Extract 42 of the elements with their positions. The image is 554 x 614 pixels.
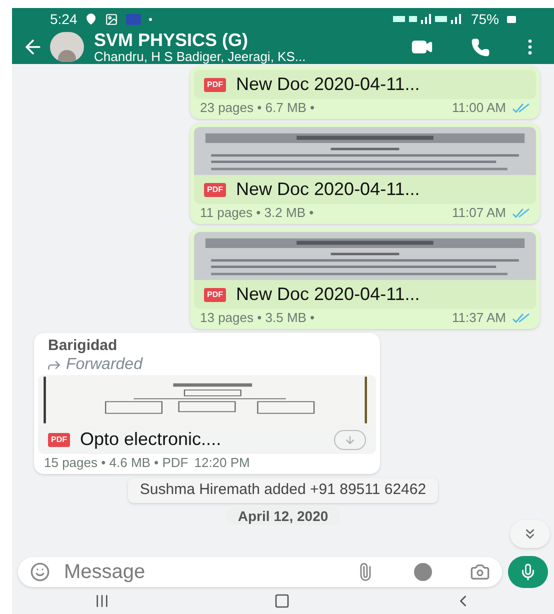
message-time: 11:00 AM [452,100,506,115]
document-row[interactable]: PDF New Doc 2020-04-11... [194,70,536,99]
recents-icon[interactable] [94,593,110,609]
file-name: Opto electronic.... [80,428,222,451]
app-icon [126,14,142,24]
file-meta: 23 pages • 6.7 MB • [200,100,315,115]
status-time: 5:24 [50,10,78,28]
message-time: 11:07 AM [452,205,506,220]
file-name: New Doc 2020-04-11... [236,283,420,306]
sender-name: Barigidad [47,337,118,355]
location-icon [85,13,98,25]
message-placeholder: Message [64,560,146,585]
date-chip: April 12, 2020 [226,506,340,524]
file-meta: 13 pages • 3.5 MB • [200,310,315,325]
message-time: 11:37 AM [452,310,506,325]
file-name: New Doc 2020-04-11... [236,73,420,96]
gallery-icon [105,12,118,26]
signal-icon [392,14,463,24]
pdf-badge: PDF [48,432,70,446]
scroll-down-button[interactable] [510,520,550,548]
message-field[interactable]: Message [18,557,502,587]
download-icon[interactable] [334,430,366,450]
pdf-badge: PDF [204,78,226,92]
pdf-badge: PDF [204,288,226,302]
pdf-badge: PDF [204,182,226,196]
system-message: Sushma Hiremath added +91 89511 62462 [128,478,438,502]
chat-title[interactable]: SVM PHYSICS (G) [94,31,306,49]
home-icon[interactable] [274,593,290,609]
forwarded-label: Forwarded [66,355,142,375]
camera-icon[interactable] [470,562,490,582]
file-meta: 11 pages • 3.2 MB • [200,205,314,220]
file-name: New Doc 2020-04-11... [236,178,420,201]
message-time: 12:20 PM [194,455,250,470]
phone-icon[interactable] [471,38,490,56]
file-meta: 15 pages • 4.6 MB • PDF [44,455,188,470]
mic-button[interactable] [508,556,548,588]
group-avatar[interactable] [50,32,84,62]
emoji-icon[interactable] [30,562,50,582]
chat-subtitle: Chandru, H S Badiger, Jeeragi, KS... [94,50,306,63]
battery-percent: 75% [470,10,499,28]
battery-icon [507,16,516,22]
mic-icon [519,563,537,581]
